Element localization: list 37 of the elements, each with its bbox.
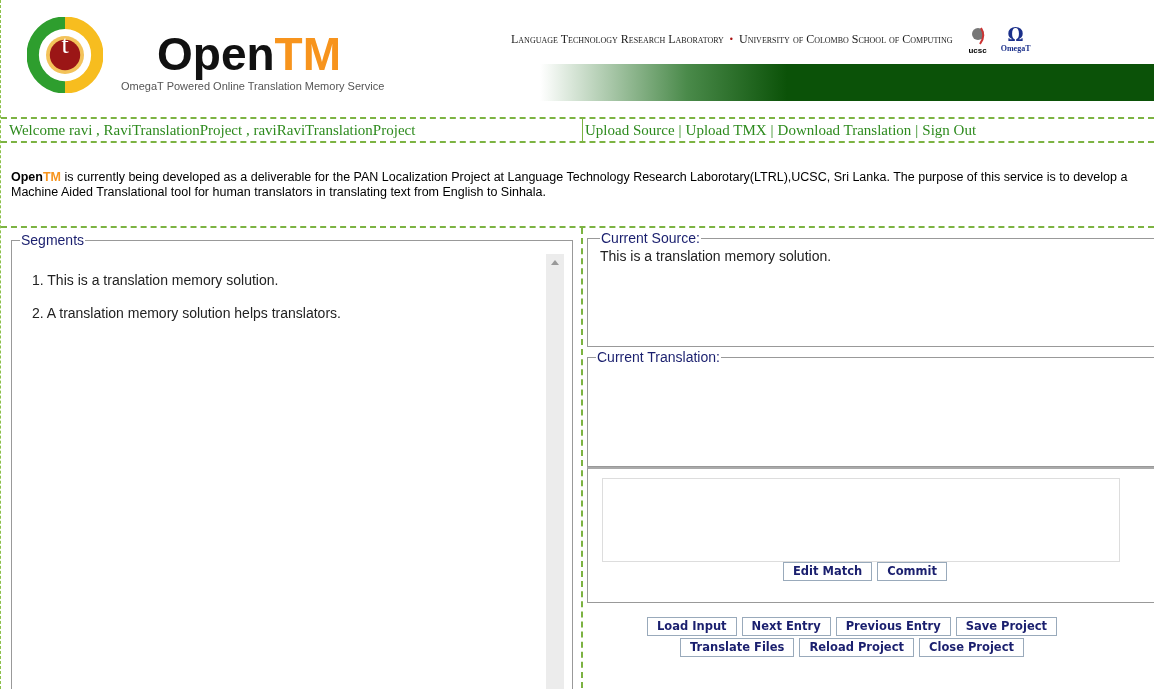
match-button[interactable]: Commit [877,562,947,581]
tagline: OmegaT Powered Online Translation Memory Service [121,80,385,92]
panel-legend: Segments [20,232,86,248]
action-button[interactable]: Next Entry [741,617,831,636]
action-button[interactable]: Translate Files [680,638,795,657]
university-name: University of Colombo School of Computing [739,32,953,47]
match-button[interactable]: Edit Match [783,562,873,581]
action-button[interactable]: Previous Entry [835,617,951,636]
link-separator: | [915,121,919,139]
nav-link[interactable]: Upload Source [585,121,675,139]
wordmark: OpenTM [157,30,342,78]
lab-name: Language Technology Research Laboratory [511,32,724,47]
welcome-text: Welcome ravi , RaviTranslationProject , raviRaviTranslationProject [1,119,583,141]
action-button[interactable]: Load Input [646,617,737,636]
link-separator: | [770,121,774,139]
scroll-up-icon[interactable] [551,260,559,265]
source-text: This is a translation memory solution. [600,248,833,264]
nav-link[interactable]: Sign Out [922,121,977,139]
emblem-icon [969,26,986,46]
omega-symbol: Ω [1007,26,1024,44]
logo-icon [27,17,103,93]
segment-item[interactable]: 2. A translation memory solution helps translators. [32,305,546,321]
nav-link[interactable]: Upload TMX [685,121,767,139]
segment-item[interactable]: 1. This is a translation memory solution. [32,272,546,288]
action-button[interactable]: Close Project [919,638,1024,657]
match-field[interactable] [602,478,1120,562]
action-button[interactable]: Save Project [955,617,1058,636]
scrollbar[interactable] [546,254,564,689]
link-separator: | [678,121,682,139]
panel-legend: Current Translation: [596,349,721,365]
panel-legend: Current Source: [600,230,701,246]
action-button[interactable]: Reload Project [799,638,914,657]
separator-dot: • [729,34,733,44]
omegat-label: OmegaT [1000,44,1031,53]
intro-paragraph: OpenTM is currently being developed as a deliverable for the PAN Localization Project at Language Technology Research Laborotary(LTRL),UCSC, Sri Lanka. The purpose of this service is to develop a Machine Aided Translational tool for human translators in translating text from English to Sinhala. [11,170,1129,200]
nav-link[interactable]: Download Translation [777,121,912,139]
ucsc-label: ucsc [968,46,987,55]
